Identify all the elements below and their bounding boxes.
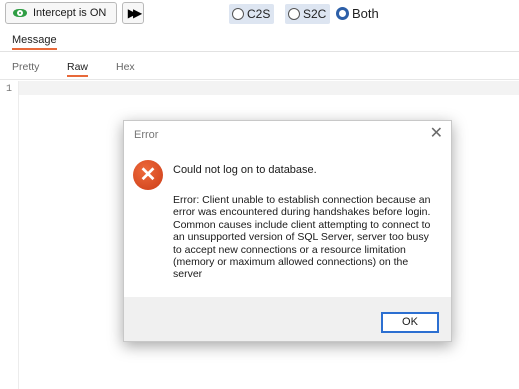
gutter-divider [18,81,19,389]
tab-hex[interactable]: Hex [116,61,135,73]
forward-button[interactable]: ▶▶ [122,2,144,24]
intercept-toggle-button[interactable]: Intercept is ON [5,2,117,24]
radio-s2c-label: S2C [303,7,327,21]
dialog-titlebar: Error ✕ [124,121,451,149]
intercept-label: Intercept is ON [33,7,107,19]
radio-c2s[interactable]: C2S [229,4,275,24]
radio-circle-icon [232,8,244,20]
tab-message[interactable]: Message [12,34,57,50]
radio-circle-icon [288,8,300,20]
tab-pretty[interactable]: Pretty [12,61,39,73]
dialog-title: Error [134,129,159,141]
error-dialog: Error ✕ ✕ Could not log on to database. … [123,120,452,342]
dialog-footer: OK [124,297,451,341]
dialog-heading: Could not log on to database. [173,164,317,176]
radio-both[interactable]: Both [336,4,379,24]
radio-s2c[interactable]: S2C [285,4,331,24]
current-line-highlight [19,81,519,95]
ok-button[interactable]: OK [381,312,439,333]
top-toolbar: Intercept is ON ▶▶ C2S S2C Both [0,0,519,28]
radio-c2s-label: C2S [247,7,271,21]
dialog-body: ✕ Could not log on to database. Error: C… [124,149,451,297]
tab-raw[interactable]: Raw [67,61,89,77]
divider [0,51,519,52]
line-number: 1 [6,84,13,95]
fast-forward-icon: ▶▶ [127,6,143,20]
error-icon: ✕ [133,160,163,190]
eye-icon [13,9,27,17]
radio-both-label: Both [352,6,379,21]
dialog-message: Error: Client unable to establish connec… [173,194,431,281]
divider [0,79,519,80]
close-icon[interactable]: ✕ [430,125,443,143]
radio-selected-icon [336,7,349,20]
